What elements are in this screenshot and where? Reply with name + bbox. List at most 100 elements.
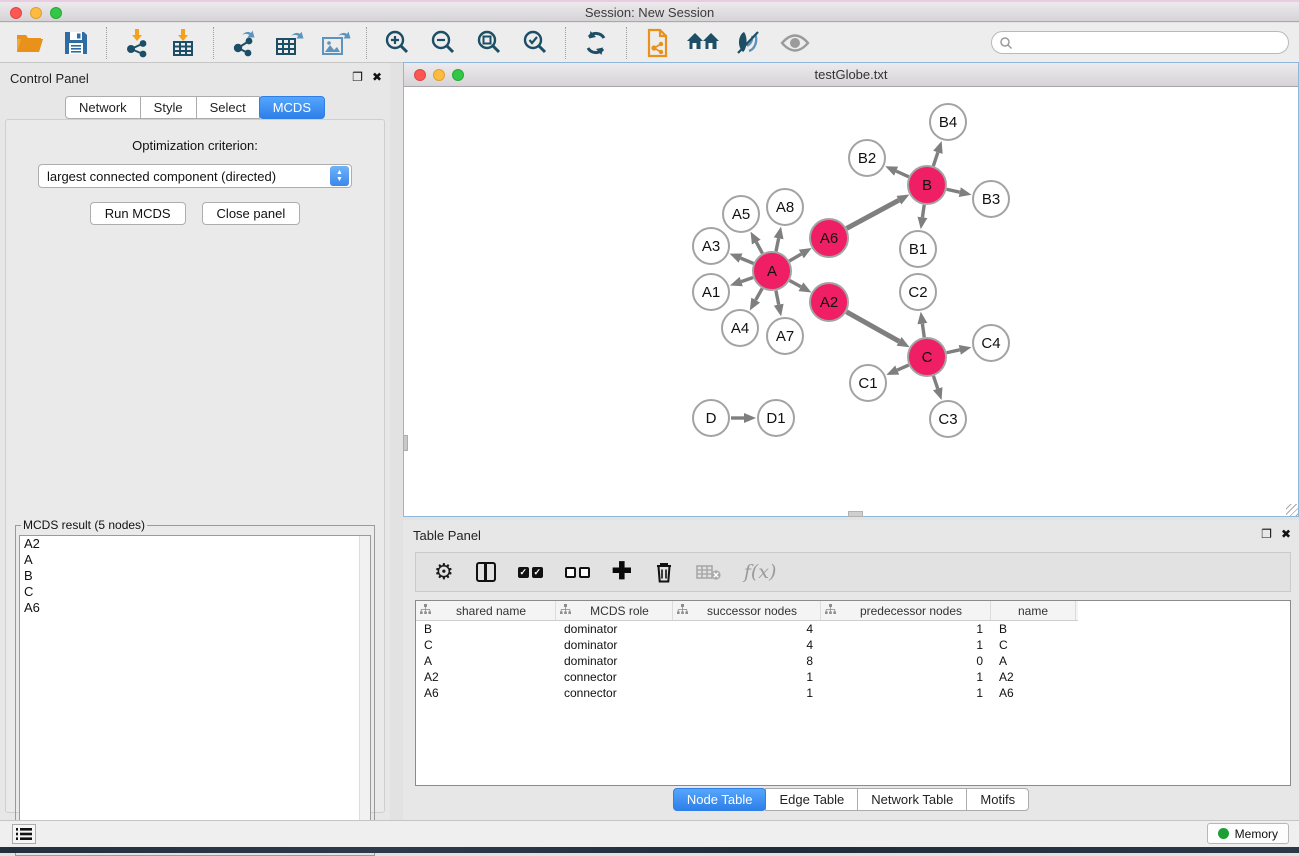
tab-mcds[interactable]: MCDS bbox=[259, 96, 325, 119]
open-session-icon[interactable] bbox=[12, 27, 48, 59]
edge-A-A7[interactable] bbox=[776, 291, 779, 305]
graphics-details-icon[interactable] bbox=[731, 27, 767, 59]
table-cell[interactable]: A6 bbox=[991, 686, 1076, 700]
table-settings-icon[interactable]: ⚙ bbox=[434, 557, 454, 587]
edge-B-B2[interactable] bbox=[896, 171, 909, 177]
node-A2[interactable]: A2 bbox=[810, 283, 848, 321]
table-cell[interactable]: connector bbox=[556, 686, 673, 700]
eye-icon[interactable] bbox=[777, 27, 813, 59]
select-all-icon[interactable]: ✓✓ bbox=[518, 557, 543, 587]
edge-A-A6[interactable] bbox=[789, 254, 801, 261]
close-panel-icon[interactable]: ✖ bbox=[372, 70, 382, 84]
node-C[interactable]: C bbox=[908, 338, 946, 376]
edge-A2-C[interactable] bbox=[846, 312, 899, 342]
table-cell[interactable]: A6 bbox=[416, 686, 556, 700]
zoom-in-icon[interactable] bbox=[379, 27, 415, 59]
edge-A-A8[interactable] bbox=[776, 238, 779, 251]
search-field[interactable] bbox=[991, 31, 1289, 54]
edge-A-A4[interactable] bbox=[756, 288, 763, 300]
result-scrollbar[interactable] bbox=[359, 536, 370, 851]
table-cell[interactable]: 1 bbox=[821, 638, 991, 652]
table-cell[interactable]: 1 bbox=[821, 686, 991, 700]
table-cell[interactable]: dominator bbox=[556, 622, 673, 636]
edge-B-B3[interactable] bbox=[947, 189, 960, 192]
node-C3[interactable]: C3 bbox=[930, 401, 966, 437]
delete-column-icon[interactable] bbox=[654, 557, 674, 587]
float-panel-icon[interactable]: ❐ bbox=[352, 70, 363, 84]
table-row[interactable]: Bdominator41B bbox=[416, 621, 1290, 637]
table-cell[interactable]: 1 bbox=[821, 622, 991, 636]
graph-nodes[interactable]: B4B2BB3A8A5A6A3B1AA1C2A2A4A7C4CC1C3DD1 bbox=[693, 104, 1009, 437]
node-D1[interactable]: D1 bbox=[758, 400, 794, 436]
result-item[interactable]: C bbox=[20, 584, 370, 600]
edge-C-C2[interactable] bbox=[922, 324, 924, 337]
node-A1[interactable]: A1 bbox=[693, 274, 729, 310]
add-column-icon[interactable]: ✚ bbox=[612, 557, 632, 587]
deselect-all-icon[interactable] bbox=[565, 557, 590, 587]
resize-handle[interactable] bbox=[1286, 504, 1298, 516]
edge-B-B4[interactable] bbox=[933, 152, 938, 166]
node-A[interactable]: A bbox=[753, 252, 791, 290]
bottom-grip[interactable] bbox=[848, 511, 863, 517]
table-cell[interactable]: 4 bbox=[673, 622, 821, 636]
close-panel-button[interactable]: Close panel bbox=[202, 202, 301, 225]
table-cell[interactable]: 4 bbox=[673, 638, 821, 652]
column-header-predecessor-nodes[interactable]: predecessor nodes bbox=[821, 601, 991, 620]
node-A3[interactable]: A3 bbox=[693, 228, 729, 264]
table-row[interactable]: A6connector11A6 bbox=[416, 685, 1290, 701]
export-network-icon[interactable] bbox=[226, 27, 262, 59]
edge-A-A2[interactable] bbox=[790, 281, 801, 287]
table-cell[interactable]: dominator bbox=[556, 654, 673, 668]
result-item[interactable]: A6 bbox=[20, 600, 370, 616]
tab-style[interactable]: Style bbox=[140, 96, 197, 119]
import-table-icon[interactable] bbox=[165, 27, 201, 59]
edge-A6-B[interactable] bbox=[847, 200, 899, 228]
zoom-fit-icon[interactable] bbox=[471, 27, 507, 59]
node-B2[interactable]: B2 bbox=[849, 140, 885, 176]
home-icon[interactable] bbox=[685, 27, 721, 59]
run-mcds-button[interactable]: Run MCDS bbox=[90, 202, 186, 225]
table-cell[interactable]: B bbox=[416, 622, 556, 636]
tab-select[interactable]: Select bbox=[196, 96, 260, 119]
refresh-icon[interactable] bbox=[578, 27, 614, 59]
table-cell[interactable]: A bbox=[991, 654, 1076, 668]
table-cell[interactable]: 1 bbox=[821, 670, 991, 684]
table-cell[interactable]: A2 bbox=[416, 670, 556, 684]
zoom-selected-icon[interactable] bbox=[517, 27, 553, 59]
result-item[interactable]: A2 bbox=[20, 536, 370, 552]
save-session-icon[interactable] bbox=[58, 27, 94, 59]
edge-A-A1[interactable] bbox=[741, 278, 753, 282]
table-cell[interactable]: 1 bbox=[673, 686, 821, 700]
float-panel-icon[interactable]: ❐ bbox=[1261, 527, 1272, 541]
table-body[interactable]: Bdominator41BCdominator41CAdominator80AA… bbox=[416, 621, 1290, 701]
edge-A-A5[interactable] bbox=[756, 242, 762, 253]
node-B1[interactable]: B1 bbox=[900, 231, 936, 267]
node-A5[interactable]: A5 bbox=[723, 196, 759, 232]
column-header-shared-name[interactable]: shared name bbox=[416, 601, 556, 620]
tab-network-table[interactable]: Network Table bbox=[857, 788, 967, 811]
node-C2[interactable]: C2 bbox=[900, 274, 936, 310]
edge-B-B1[interactable] bbox=[922, 205, 924, 218]
duplicate-network-icon[interactable] bbox=[639, 27, 675, 59]
criterion-dropdown[interactable]: largest connected component (directed) ▲… bbox=[38, 164, 352, 188]
export-table-icon[interactable] bbox=[272, 27, 308, 59]
tab-motifs[interactable]: Motifs bbox=[966, 788, 1029, 811]
export-image-icon[interactable] bbox=[318, 27, 354, 59]
network-canvas[interactable]: B4B2BB3A8A5A6A3B1AA1C2A2A4A7C4CC1C3DD1 bbox=[404, 88, 1298, 516]
column-header-name[interactable]: name bbox=[991, 601, 1076, 620]
table-header[interactable]: shared nameMCDS rolesuccessor nodesprede… bbox=[416, 601, 1078, 621]
result-item[interactable]: B bbox=[20, 568, 370, 584]
table-cell[interactable]: dominator bbox=[556, 638, 673, 652]
left-grip[interactable] bbox=[403, 435, 408, 451]
table-row[interactable]: Adominator80A bbox=[416, 653, 1290, 669]
tab-node-table[interactable]: Node Table bbox=[673, 788, 767, 811]
node-A4[interactable]: A4 bbox=[722, 310, 758, 346]
node-A8[interactable]: A8 bbox=[767, 189, 803, 225]
import-network-icon[interactable] bbox=[119, 27, 155, 59]
tab-edge-table[interactable]: Edge Table bbox=[765, 788, 858, 811]
table-cell[interactable]: C bbox=[416, 638, 556, 652]
table-cell[interactable]: 8 bbox=[673, 654, 821, 668]
node-B[interactable]: B bbox=[908, 166, 946, 204]
table-cell[interactable]: 1 bbox=[673, 670, 821, 684]
edge-C-C3[interactable] bbox=[933, 376, 937, 389]
